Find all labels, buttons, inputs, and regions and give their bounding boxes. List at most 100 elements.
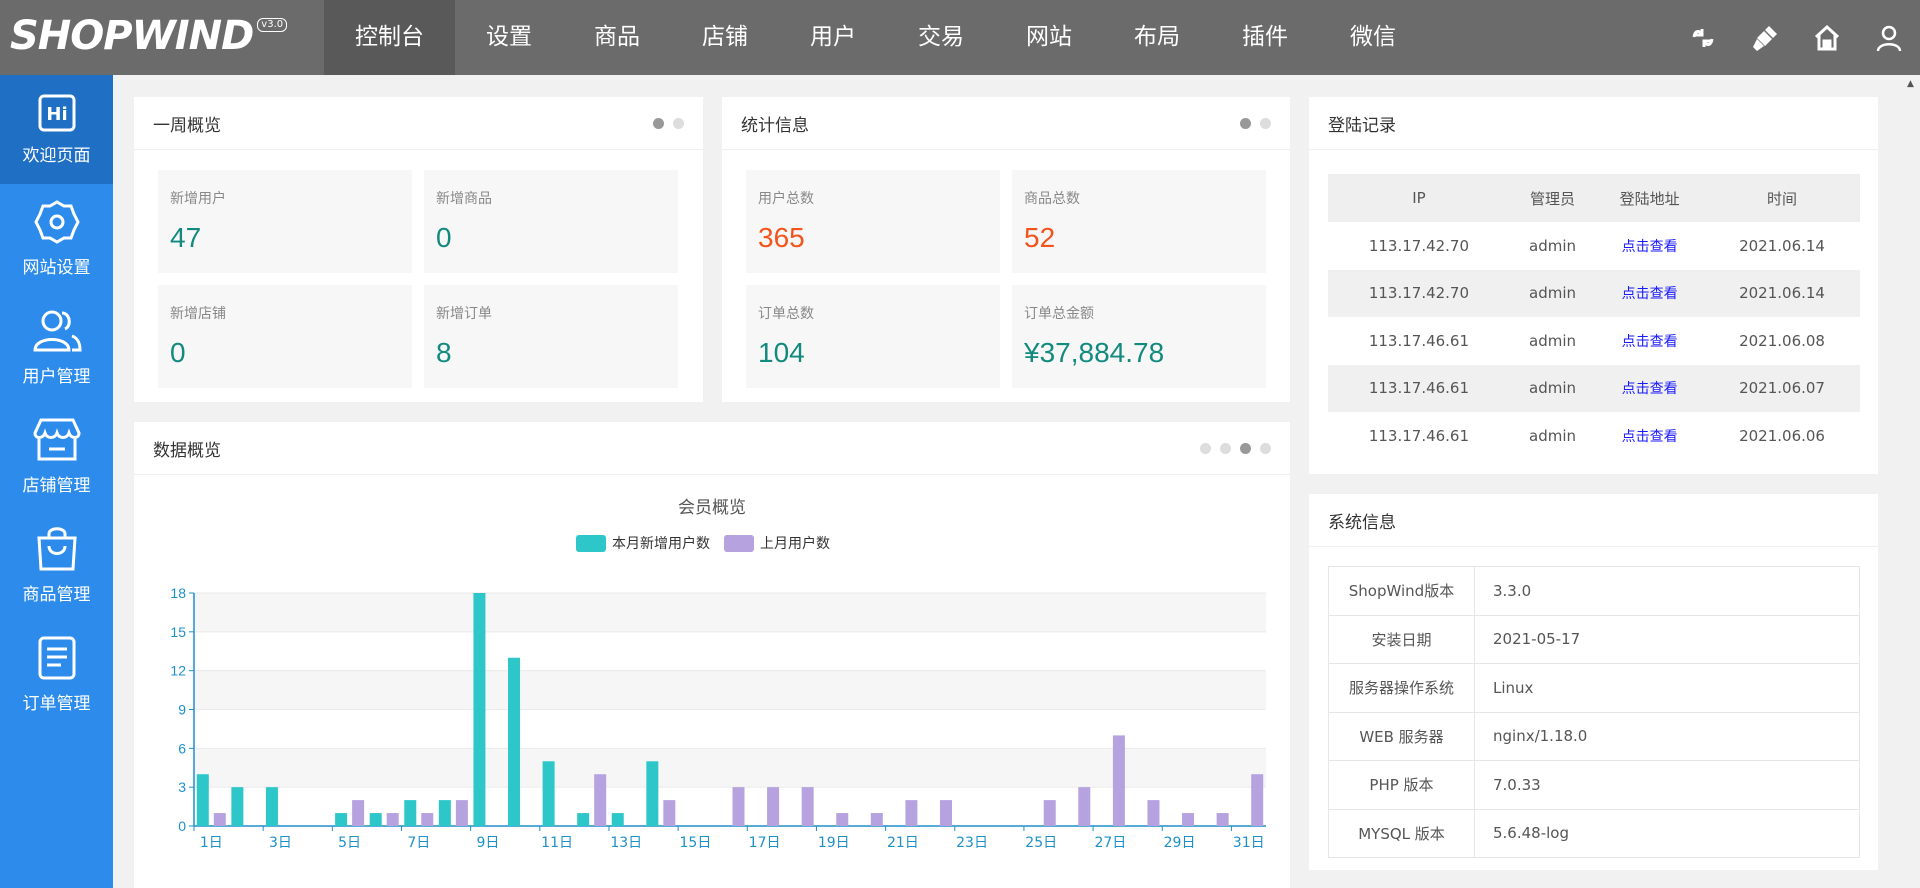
- table-row: 113.17.46.61 admin 点击查看 2021.06.06: [1328, 412, 1860, 460]
- pager-dot[interactable]: [1260, 117, 1271, 129]
- pager-dot[interactable]: [1240, 442, 1251, 454]
- x-tick-label: 25日: [1025, 835, 1057, 851]
- login-panel-header: 登陆记录: [1309, 97, 1878, 150]
- view-location-link[interactable]: 点击查看: [1622, 429, 1678, 445]
- sidebar-item-store-management[interactable]: 店铺管理: [0, 402, 113, 511]
- bar: [594, 774, 607, 826]
- view-location-link[interactable]: 点击查看: [1622, 239, 1678, 255]
- bar: [369, 813, 382, 826]
- sidebar-item-label: 欢迎页面: [22, 146, 91, 166]
- logo[interactable]: SHOPWIND v3.0: [10, 14, 288, 58]
- stat-value: 47: [170, 222, 202, 253]
- bar: [335, 813, 348, 826]
- bar: [577, 813, 590, 826]
- time-cell: 2021.06.07: [1704, 364, 1860, 412]
- view-location-link[interactable]: 点击查看: [1622, 286, 1678, 302]
- stat-label: 新增用户: [170, 191, 226, 207]
- view-location-link[interactable]: 点击查看: [1622, 334, 1678, 350]
- stat-card: 用户总数 365: [746, 170, 1000, 273]
- nav-item[interactable]: 布局: [1103, 0, 1211, 75]
- user-icon[interactable]: [1858, 0, 1920, 75]
- stat-value: 0: [170, 337, 186, 368]
- column-header: IP: [1328, 174, 1510, 222]
- pager-dot[interactable]: [1200, 442, 1211, 454]
- hi-icon: Hi: [38, 94, 75, 132]
- refresh-icon[interactable]: [1672, 0, 1734, 75]
- legend-item[interactable]: 本月新增用户数: [576, 533, 710, 553]
- nav-item[interactable]: 设置: [455, 0, 563, 75]
- admin-cell: admin: [1529, 331, 1576, 350]
- bar: [836, 813, 849, 826]
- stats-panel-title: 统计信息: [741, 115, 809, 136]
- nav-item[interactable]: 网站: [995, 0, 1103, 75]
- weekly-panel: 一周概览 新增用户 47 新增商品 0 新增店铺 0 新增订单 8: [134, 97, 703, 402]
- bar: [646, 761, 659, 826]
- table-row: ShopWind版本 3.3.0: [1328, 566, 1860, 616]
- x-tick-label: 11日: [541, 835, 573, 851]
- sysinfo-value: 5.6.48-log: [1474, 808, 1860, 858]
- nav-item[interactable]: 商品: [563, 0, 671, 75]
- sysinfo-key: PHP 版本: [1328, 760, 1475, 810]
- pager-dots: [1200, 442, 1271, 454]
- sysinfo-key: 安装日期: [1328, 614, 1475, 664]
- sysinfo-value: nginx/1.18.0: [1474, 711, 1860, 761]
- bar: [611, 813, 624, 826]
- sidebar-item-product-management[interactable]: 商品管理: [0, 511, 113, 620]
- y-tick-label: 6: [178, 740, 186, 756]
- bar: [1112, 735, 1125, 826]
- ip-cell: 113.17.42.70: [1328, 269, 1510, 317]
- x-tick-label: 27日: [1094, 835, 1126, 851]
- admin-cell: admin: [1509, 269, 1596, 317]
- bar: [870, 813, 883, 826]
- chart-title: 会员概览: [678, 498, 746, 518]
- x-tick-label: 31日: [1233, 835, 1265, 851]
- sysinfo-value: 2021-05-17: [1474, 614, 1860, 664]
- nav-item[interactable]: 店铺: [671, 0, 779, 75]
- table-row: 安装日期 2021-05-17: [1328, 614, 1860, 664]
- sidebar-item-user-management[interactable]: 用户管理: [0, 293, 113, 402]
- nav-item[interactable]: 控制台: [324, 0, 455, 75]
- pager-dot[interactable]: [653, 117, 664, 129]
- top-bar: SHOPWIND v3.0 控制台 设置 商品 店铺 用户 交易 网站 布局 插件 微信: [0, 0, 1920, 75]
- table-row: WEB 服务器 nginx/1.18.0: [1328, 711, 1860, 761]
- ip-cell: 113.17.42.70: [1368, 236, 1470, 255]
- stat-card: 新增店铺 0: [158, 285, 412, 388]
- ip-cell: 113.17.46.61: [1368, 426, 1470, 445]
- scroll-up-icon[interactable]: ▲: [1901, 75, 1920, 93]
- pager-dot[interactable]: [1260, 442, 1271, 454]
- stat-card: 新增商品 0: [424, 170, 678, 273]
- nav-item[interactable]: 插件: [1211, 0, 1319, 75]
- pager-dot[interactable]: [1220, 442, 1231, 454]
- stat-value: 52: [1024, 222, 1056, 253]
- bar: [473, 593, 486, 826]
- sidebar-item-label: 订单管理: [22, 694, 91, 714]
- stat-label: 新增订单: [436, 306, 492, 322]
- bar: [231, 787, 244, 826]
- stat-label: 商品总数: [1024, 191, 1080, 207]
- bar: [404, 800, 417, 826]
- pager-dot[interactable]: [673, 117, 684, 129]
- sysinfo-key: 服务器操作系统: [1328, 663, 1475, 713]
- home-icon[interactable]: [1796, 0, 1858, 75]
- sidebar-item-welcome[interactable]: Hi 欢迎页面: [0, 75, 113, 184]
- legend-item[interactable]: 上月用户数: [724, 533, 830, 553]
- bar: [1251, 774, 1264, 826]
- time-cell: 2021.06.14: [1704, 269, 1860, 317]
- nav-item[interactable]: 用户: [779, 0, 887, 75]
- bar: [386, 813, 399, 826]
- y-tick-label: 18: [170, 585, 186, 601]
- sidebar-item-site-settings[interactable]: 网站设置: [0, 184, 113, 293]
- brush-icon[interactable]: [1734, 0, 1796, 75]
- bar: [732, 787, 745, 826]
- x-tick-label: 15日: [680, 835, 712, 851]
- nav-item[interactable]: 交易: [887, 0, 995, 75]
- view-location-link[interactable]: 点击查看: [1622, 381, 1678, 397]
- scrollbar[interactable]: ▲: [1901, 75, 1920, 888]
- sidebar-item-label: 网站设置: [22, 258, 91, 278]
- logo-version: v3.0: [257, 18, 288, 32]
- pager-dot[interactable]: [1240, 117, 1251, 129]
- sidebar-item-order-management[interactable]: 订单管理: [0, 620, 113, 729]
- bar: [352, 800, 365, 826]
- table-header-row: IP 管理员 登陆地址 时间: [1328, 174, 1860, 222]
- nav-item[interactable]: 微信: [1319, 0, 1427, 75]
